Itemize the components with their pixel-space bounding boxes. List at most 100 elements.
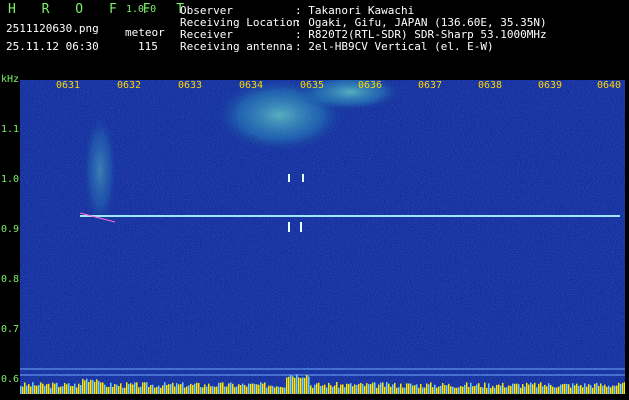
- meteor-ping: [302, 174, 304, 182]
- level-bar: [58, 387, 60, 394]
- level-bar: [546, 386, 548, 394]
- level-bar: [476, 384, 478, 394]
- level-bar: [226, 386, 228, 394]
- level-bar: [402, 387, 404, 394]
- level-bar: [468, 387, 470, 394]
- level-bar: [528, 384, 530, 394]
- level-bar: [366, 383, 368, 394]
- level-bar: [600, 383, 602, 394]
- time-tick: 0638: [478, 80, 503, 91]
- level-bar: [356, 384, 358, 394]
- level-bar: [568, 384, 570, 394]
- level-bar: [510, 385, 512, 394]
- level-bar: [128, 383, 130, 394]
- level-bar: [312, 387, 314, 394]
- y-axis-unit: kHz: [1, 74, 20, 85]
- level-bar: [90, 379, 92, 394]
- level-bar: [332, 386, 334, 394]
- level-bar: [484, 382, 486, 394]
- level-bar: [420, 384, 422, 394]
- level-bar: [172, 382, 174, 394]
- meteor-label: meteor: [125, 26, 165, 39]
- spectrogram-waterfall: [20, 80, 625, 394]
- level-bar: [52, 382, 54, 394]
- level-bar: [34, 385, 36, 394]
- level-bar: [192, 384, 194, 394]
- level-bar: [428, 384, 430, 394]
- level-bar: [158, 385, 160, 394]
- level-bar: [388, 383, 390, 394]
- level-bar: [592, 387, 594, 394]
- level-bar: [462, 386, 464, 394]
- level-bar: [150, 385, 152, 394]
- level-bar: [26, 385, 28, 394]
- level-bar: [578, 385, 580, 394]
- level-bar: [622, 382, 624, 394]
- level-bar: [492, 385, 494, 394]
- level-bar: [624, 382, 625, 394]
- time-tick: 0639: [538, 80, 563, 91]
- level-bar: [92, 380, 94, 394]
- level-bar: [400, 383, 402, 394]
- level-bar: [48, 383, 50, 394]
- level-bar: [596, 382, 598, 394]
- level-bar: [466, 382, 468, 394]
- time-tick: 0636: [358, 80, 383, 91]
- level-bar: [256, 384, 258, 394]
- level-bar: [446, 385, 448, 394]
- level-bar: [152, 384, 154, 394]
- level-bar: [228, 383, 230, 394]
- antenna-label: Receiving antenna: [180, 40, 293, 53]
- level-bar: [472, 386, 474, 394]
- level-bar: [382, 382, 384, 394]
- level-bar: [260, 382, 262, 394]
- level-bar: [354, 384, 356, 394]
- level-bar: [316, 383, 318, 394]
- level-bar: [32, 382, 34, 394]
- level-bar: [114, 384, 116, 394]
- level-bar: [166, 385, 168, 394]
- level-bar: [244, 385, 246, 394]
- level-bar: [234, 387, 236, 394]
- level-bar: [180, 384, 182, 394]
- level-bar: [112, 386, 114, 394]
- level-bar: [542, 386, 544, 394]
- level-bar: [190, 383, 192, 394]
- level-bar: [302, 377, 304, 394]
- level-bar: [582, 387, 584, 394]
- level-bar: [604, 384, 606, 394]
- level-bar: [160, 387, 162, 394]
- level-bar: [178, 384, 180, 394]
- level-bar: [426, 383, 428, 394]
- level-bar: [618, 382, 620, 394]
- level-bar: [488, 383, 490, 394]
- time-tick: 0633: [178, 80, 203, 91]
- level-bar: [40, 382, 42, 394]
- level-bar: [264, 382, 266, 394]
- level-bar: [126, 382, 128, 394]
- level-bar: [520, 387, 522, 394]
- level-bar: [154, 387, 156, 394]
- level-bar: [470, 382, 472, 394]
- level-bar: [514, 383, 516, 394]
- level-bar: [430, 382, 432, 394]
- level-bar: [96, 379, 98, 394]
- level-bar: [84, 380, 86, 394]
- level-bar: [364, 386, 366, 394]
- level-bar: [204, 384, 206, 394]
- level-bar: [36, 385, 38, 394]
- level-bar: [536, 387, 538, 394]
- level-bar: [598, 385, 600, 394]
- time-tick: 0634: [239, 80, 264, 91]
- level-bar: [46, 384, 48, 394]
- level-bar: [538, 383, 540, 394]
- level-bar: [394, 382, 396, 394]
- level-bar: [270, 385, 272, 394]
- level-bar: [450, 386, 452, 394]
- level-bar: [404, 387, 406, 394]
- level-bar: [182, 382, 184, 394]
- level-bar: [320, 385, 322, 394]
- level-bar: [588, 384, 590, 394]
- level-bar: [448, 383, 450, 394]
- level-bar: [482, 387, 484, 394]
